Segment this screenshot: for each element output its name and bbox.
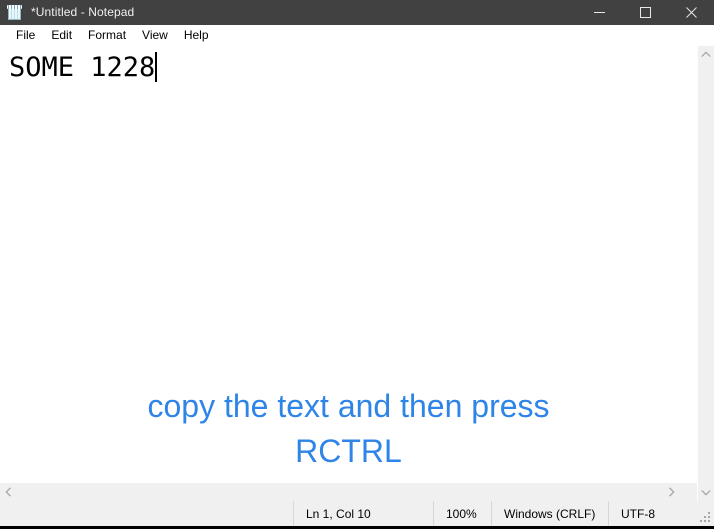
scrollbar-corner xyxy=(680,483,697,501)
editor-column: SOME 1228 copy the text and then press R… xyxy=(0,46,697,501)
close-icon xyxy=(685,7,697,18)
editor-area: SOME 1228 copy the text and then press R… xyxy=(0,46,714,501)
status-spacer xyxy=(0,501,294,526)
chevron-down-icon xyxy=(701,490,711,496)
vertical-scroll-track[interactable] xyxy=(698,63,714,484)
window-title: *Untitled - Notepad xyxy=(31,5,135,19)
status-line-ending[interactable]: Windows (CRLF) xyxy=(492,501,609,526)
menu-item-format[interactable]: Format xyxy=(80,26,134,45)
chevron-right-icon xyxy=(669,487,675,497)
notepad-window: *Untitled - Notepad File Edit Format Vie… xyxy=(0,0,714,529)
status-encoding[interactable]: UTF-8 xyxy=(609,501,714,526)
horizontal-scrollbar[interactable] xyxy=(0,483,680,501)
horizontal-scrollbar-row xyxy=(0,483,697,501)
text-caret xyxy=(155,52,158,82)
menu-bar: File Edit Format View Help xyxy=(0,25,714,46)
vertical-scrollbar[interactable] xyxy=(697,46,714,501)
maximize-icon xyxy=(639,7,651,18)
task-hint-line-1: copy the text and then press xyxy=(147,388,550,424)
close-button[interactable] xyxy=(668,0,714,25)
maximize-button[interactable] xyxy=(622,0,668,25)
task-hint-overlay: copy the text and then press RCTRL xyxy=(0,384,697,474)
task-hint-line-2: RCTRL xyxy=(295,433,402,469)
chevron-left-icon xyxy=(5,487,11,497)
resize-grip-icon[interactable] xyxy=(700,512,712,524)
menu-item-file[interactable]: File xyxy=(8,26,43,45)
minimize-icon xyxy=(593,12,605,13)
menu-item-help[interactable]: Help xyxy=(176,26,217,45)
minimize-button[interactable] xyxy=(576,0,622,25)
menu-item-edit[interactable]: Edit xyxy=(43,26,80,45)
title-bar[interactable]: *Untitled - Notepad xyxy=(0,0,714,25)
scroll-right-button[interactable] xyxy=(663,483,680,501)
scroll-left-button[interactable] xyxy=(0,483,17,501)
document-text-line: SOME 1228 xyxy=(9,52,158,84)
text-editor[interactable]: SOME 1228 copy the text and then press R… xyxy=(0,46,697,483)
menu-item-view[interactable]: View xyxy=(134,26,176,45)
document-text: SOME 1228 xyxy=(9,52,156,83)
status-bar: Ln 1, Col 10 100% Windows (CRLF) UTF-8 xyxy=(0,501,714,526)
scroll-down-button[interactable] xyxy=(698,484,714,501)
status-zoom-level[interactable]: 100% xyxy=(434,501,492,526)
chevron-up-icon xyxy=(701,51,711,57)
notepad-icon xyxy=(7,4,23,21)
status-cursor-position: Ln 1, Col 10 xyxy=(294,501,434,526)
window-controls xyxy=(576,0,714,25)
horizontal-scroll-track[interactable] xyxy=(17,483,663,501)
scroll-up-button[interactable] xyxy=(698,46,714,63)
